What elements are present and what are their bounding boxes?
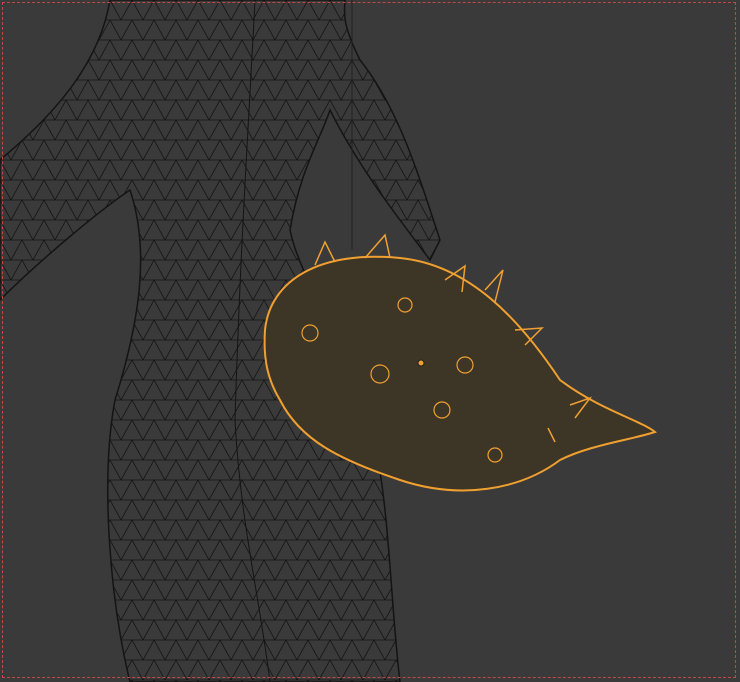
object-origin-icon[interactable] (417, 359, 425, 367)
3d-viewport[interactable] (0, 0, 740, 682)
viewport-scene (0, 0, 656, 682)
